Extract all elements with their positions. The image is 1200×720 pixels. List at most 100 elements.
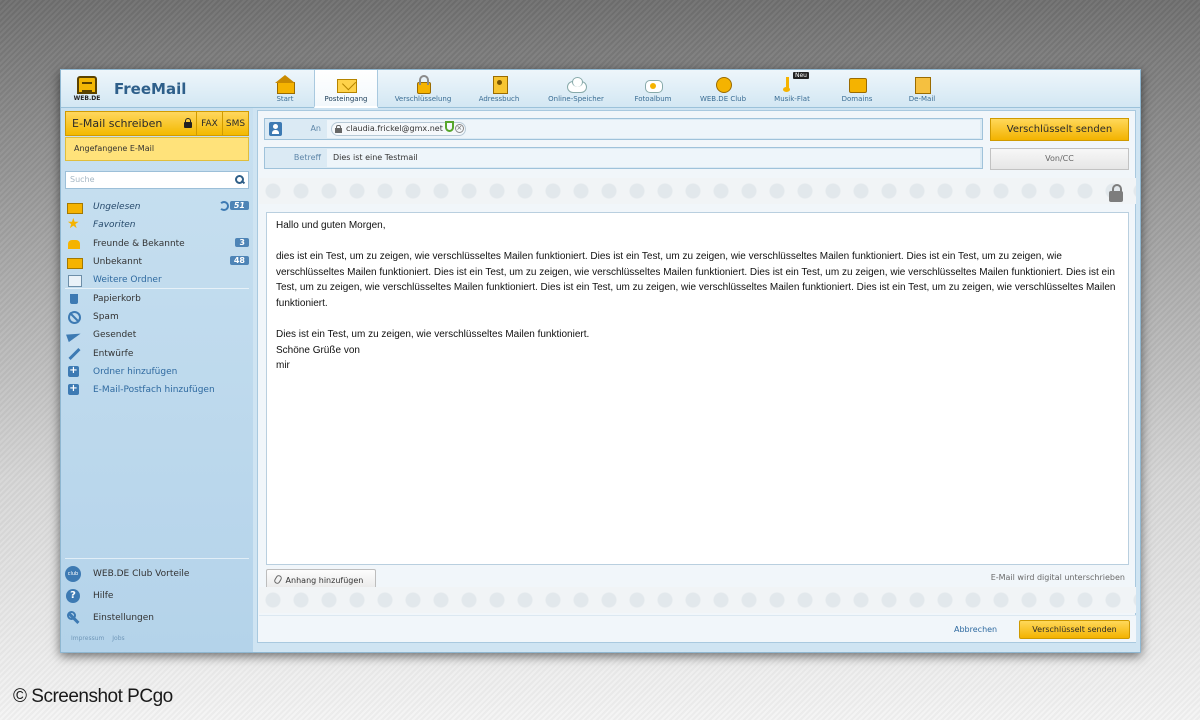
help-icon xyxy=(65,588,81,604)
folder-weitere-ordner[interactable]: Weitere Ordner xyxy=(65,271,249,290)
mail-icon xyxy=(67,201,83,215)
to-label: An xyxy=(310,124,321,133)
body-line: Dies ist ein Test, um zu zeigen, wie ver… xyxy=(276,329,590,341)
body-line: Schöne Grüße von xyxy=(276,344,360,356)
sms-button[interactable]: SMS xyxy=(223,111,249,136)
nav-webde-club[interactable]: WEB.DE Club xyxy=(684,70,762,108)
nav-label: Start xyxy=(276,95,294,103)
demail-icon xyxy=(912,75,932,94)
nav-verschluesselung[interactable]: Verschlüsselung xyxy=(378,70,468,108)
body-greeting: Hallo und guten Morgen, xyxy=(276,220,386,231)
compose-email-button[interactable]: E-Mail schreiben xyxy=(65,111,197,136)
refresh-icon[interactable] xyxy=(219,201,229,211)
add-mailbox-link[interactable]: E-Mail-Postfach hinzufügen xyxy=(65,381,249,399)
nav-fotoalbum[interactable]: Fotoalbum xyxy=(622,70,684,108)
lock-icon xyxy=(335,125,342,133)
drafts-link[interactable]: Angefangene E-Mail xyxy=(65,137,249,161)
help-link[interactable]: Hilfe xyxy=(65,585,249,607)
folder-entwuerfe[interactable]: Entwürfe xyxy=(65,344,249,362)
pen-icon xyxy=(67,348,81,360)
folder-ungelesen[interactable]: Ungelesen 51 xyxy=(65,198,249,216)
compose-label: E-Mail schreiben xyxy=(72,117,163,130)
folder-label: Spam xyxy=(93,311,119,322)
spam-icon xyxy=(67,310,81,324)
folder-spam[interactable]: Spam xyxy=(65,308,249,326)
club-icon xyxy=(65,566,81,582)
jobs-link[interactable]: Jobs xyxy=(112,635,124,642)
von-cc-button[interactable]: Von/CC xyxy=(990,148,1129,170)
body-paragraph: dies ist ein Test, um zu zeigen, wie ver… xyxy=(276,251,1116,309)
subject-field[interactable]: Dies ist eine Testmail xyxy=(327,149,980,167)
body-line: mir xyxy=(276,360,290,372)
star-icon xyxy=(67,216,81,232)
top-navigation-bar: WEB.DE FreeMail Start Posteingang Versch… xyxy=(61,70,1140,108)
folder-label: Weitere Ordner xyxy=(93,274,162,285)
photo-icon xyxy=(643,75,663,93)
folder-favoriten[interactable]: Favoriten xyxy=(65,216,249,234)
send-encrypted-button-bottom[interactable]: Verschlüsselt senden xyxy=(1019,620,1130,639)
nav-label: WEB.DE Club xyxy=(699,95,747,103)
folder-label: Papierkorb xyxy=(93,293,141,304)
nav-posteingang[interactable]: Posteingang xyxy=(314,70,378,108)
subject-label: Betreff xyxy=(293,153,321,162)
nav-start[interactable]: Start xyxy=(256,70,314,108)
folder-freunde-bekannte[interactable]: Freunde & Bekannte 3 xyxy=(65,235,249,253)
nav-label: Adressbuch xyxy=(478,95,520,103)
nav-adressbuch[interactable]: Adressbuch xyxy=(468,70,530,108)
remove-recipient-icon[interactable]: × xyxy=(454,124,464,133)
count-badge: 3 xyxy=(235,237,249,247)
subject-value: Dies ist eine Testmail xyxy=(333,153,418,162)
new-badge: Neu xyxy=(793,72,809,79)
crest-icon xyxy=(77,76,97,94)
encryption-pattern xyxy=(259,178,1136,204)
encryption-lock-icon xyxy=(1109,184,1123,202)
folder-papierkorb[interactable]: Papierkorb xyxy=(65,289,249,307)
message-body-editor[interactable]: Hallo und guten Morgen, dies ist ein Tes… xyxy=(266,212,1129,565)
send-encrypted-button-top[interactable]: Verschlüsselt senden xyxy=(990,118,1129,141)
recipient-field[interactable]: claudia.frickel@gmx.net × xyxy=(327,120,980,138)
mail-icon xyxy=(67,256,83,270)
folder-label: Unbekannt xyxy=(93,257,143,268)
add-folder-link[interactable]: Ordner hinzufügen xyxy=(65,363,249,381)
logo-wordmark: WEB.DE xyxy=(73,95,101,102)
signature-note: E-Mail wird digital unterschrieben xyxy=(990,573,1125,582)
paperclip-icon xyxy=(273,574,283,585)
addressbook-icon xyxy=(489,75,509,94)
attach-label: Anhang hinzufügen xyxy=(285,576,364,585)
folder-label: Freunde & Bekannte xyxy=(93,238,185,249)
folder-label: E-Mail-Postfach hinzufügen xyxy=(93,385,215,396)
domains-icon xyxy=(847,75,867,93)
music-icon: Neu xyxy=(782,72,809,93)
nav-label: Fotoalbum xyxy=(634,95,672,103)
recipient-chip[interactable]: claudia.frickel@gmx.net × xyxy=(331,121,466,136)
search-input[interactable]: Suche xyxy=(65,171,249,189)
nav-label: Musik-Flat xyxy=(774,95,810,103)
add-attachment-button[interactable]: Anhang hinzufügen xyxy=(266,569,376,589)
cancel-link[interactable]: Abbrechen xyxy=(954,625,997,634)
nav-label: Online-Speicher xyxy=(548,95,604,103)
nav-label: Domains xyxy=(841,95,873,103)
nav-de-mail[interactable]: De-Mail xyxy=(892,70,952,108)
nav-domains[interactable]: Domains xyxy=(822,70,892,108)
settings-link[interactable]: Einstellungen xyxy=(65,607,249,629)
people-icon xyxy=(67,238,81,250)
club-benefits-link[interactable]: WEB.DE Club Vorteile xyxy=(65,563,249,585)
nav-label: De-Mail xyxy=(908,95,936,103)
sidebar-bottom-label: Einstellungen xyxy=(93,613,155,623)
main-nav: Start Posteingang Verschlüsselung Adress… xyxy=(256,70,952,108)
fax-button[interactable]: FAX xyxy=(197,111,223,136)
addressbook-icon[interactable] xyxy=(269,122,282,136)
nav-musik-flat[interactable]: Neu Musik-Flat xyxy=(762,70,822,108)
search-icon[interactable] xyxy=(235,175,244,184)
nav-online-speicher[interactable]: Online-Speicher xyxy=(530,70,622,108)
mail-icon xyxy=(336,75,357,93)
encryption-pattern-bottom xyxy=(259,587,1136,613)
folder-gesendet[interactable]: Gesendet xyxy=(65,326,249,344)
impressum-link[interactable]: Impressum xyxy=(71,635,104,642)
plus-icon xyxy=(67,365,81,378)
mail-window: WEB.DE FreeMail Start Posteingang Versch… xyxy=(60,69,1141,653)
folder-unbekannt[interactable]: Unbekannt 48 xyxy=(65,253,249,271)
count-badge: 48 xyxy=(229,255,249,265)
sidebar-bottom: WEB.DE Club Vorteile Hilfe Einstellungen xyxy=(65,558,249,629)
webde-logo[interactable]: WEB.DE xyxy=(71,76,103,104)
